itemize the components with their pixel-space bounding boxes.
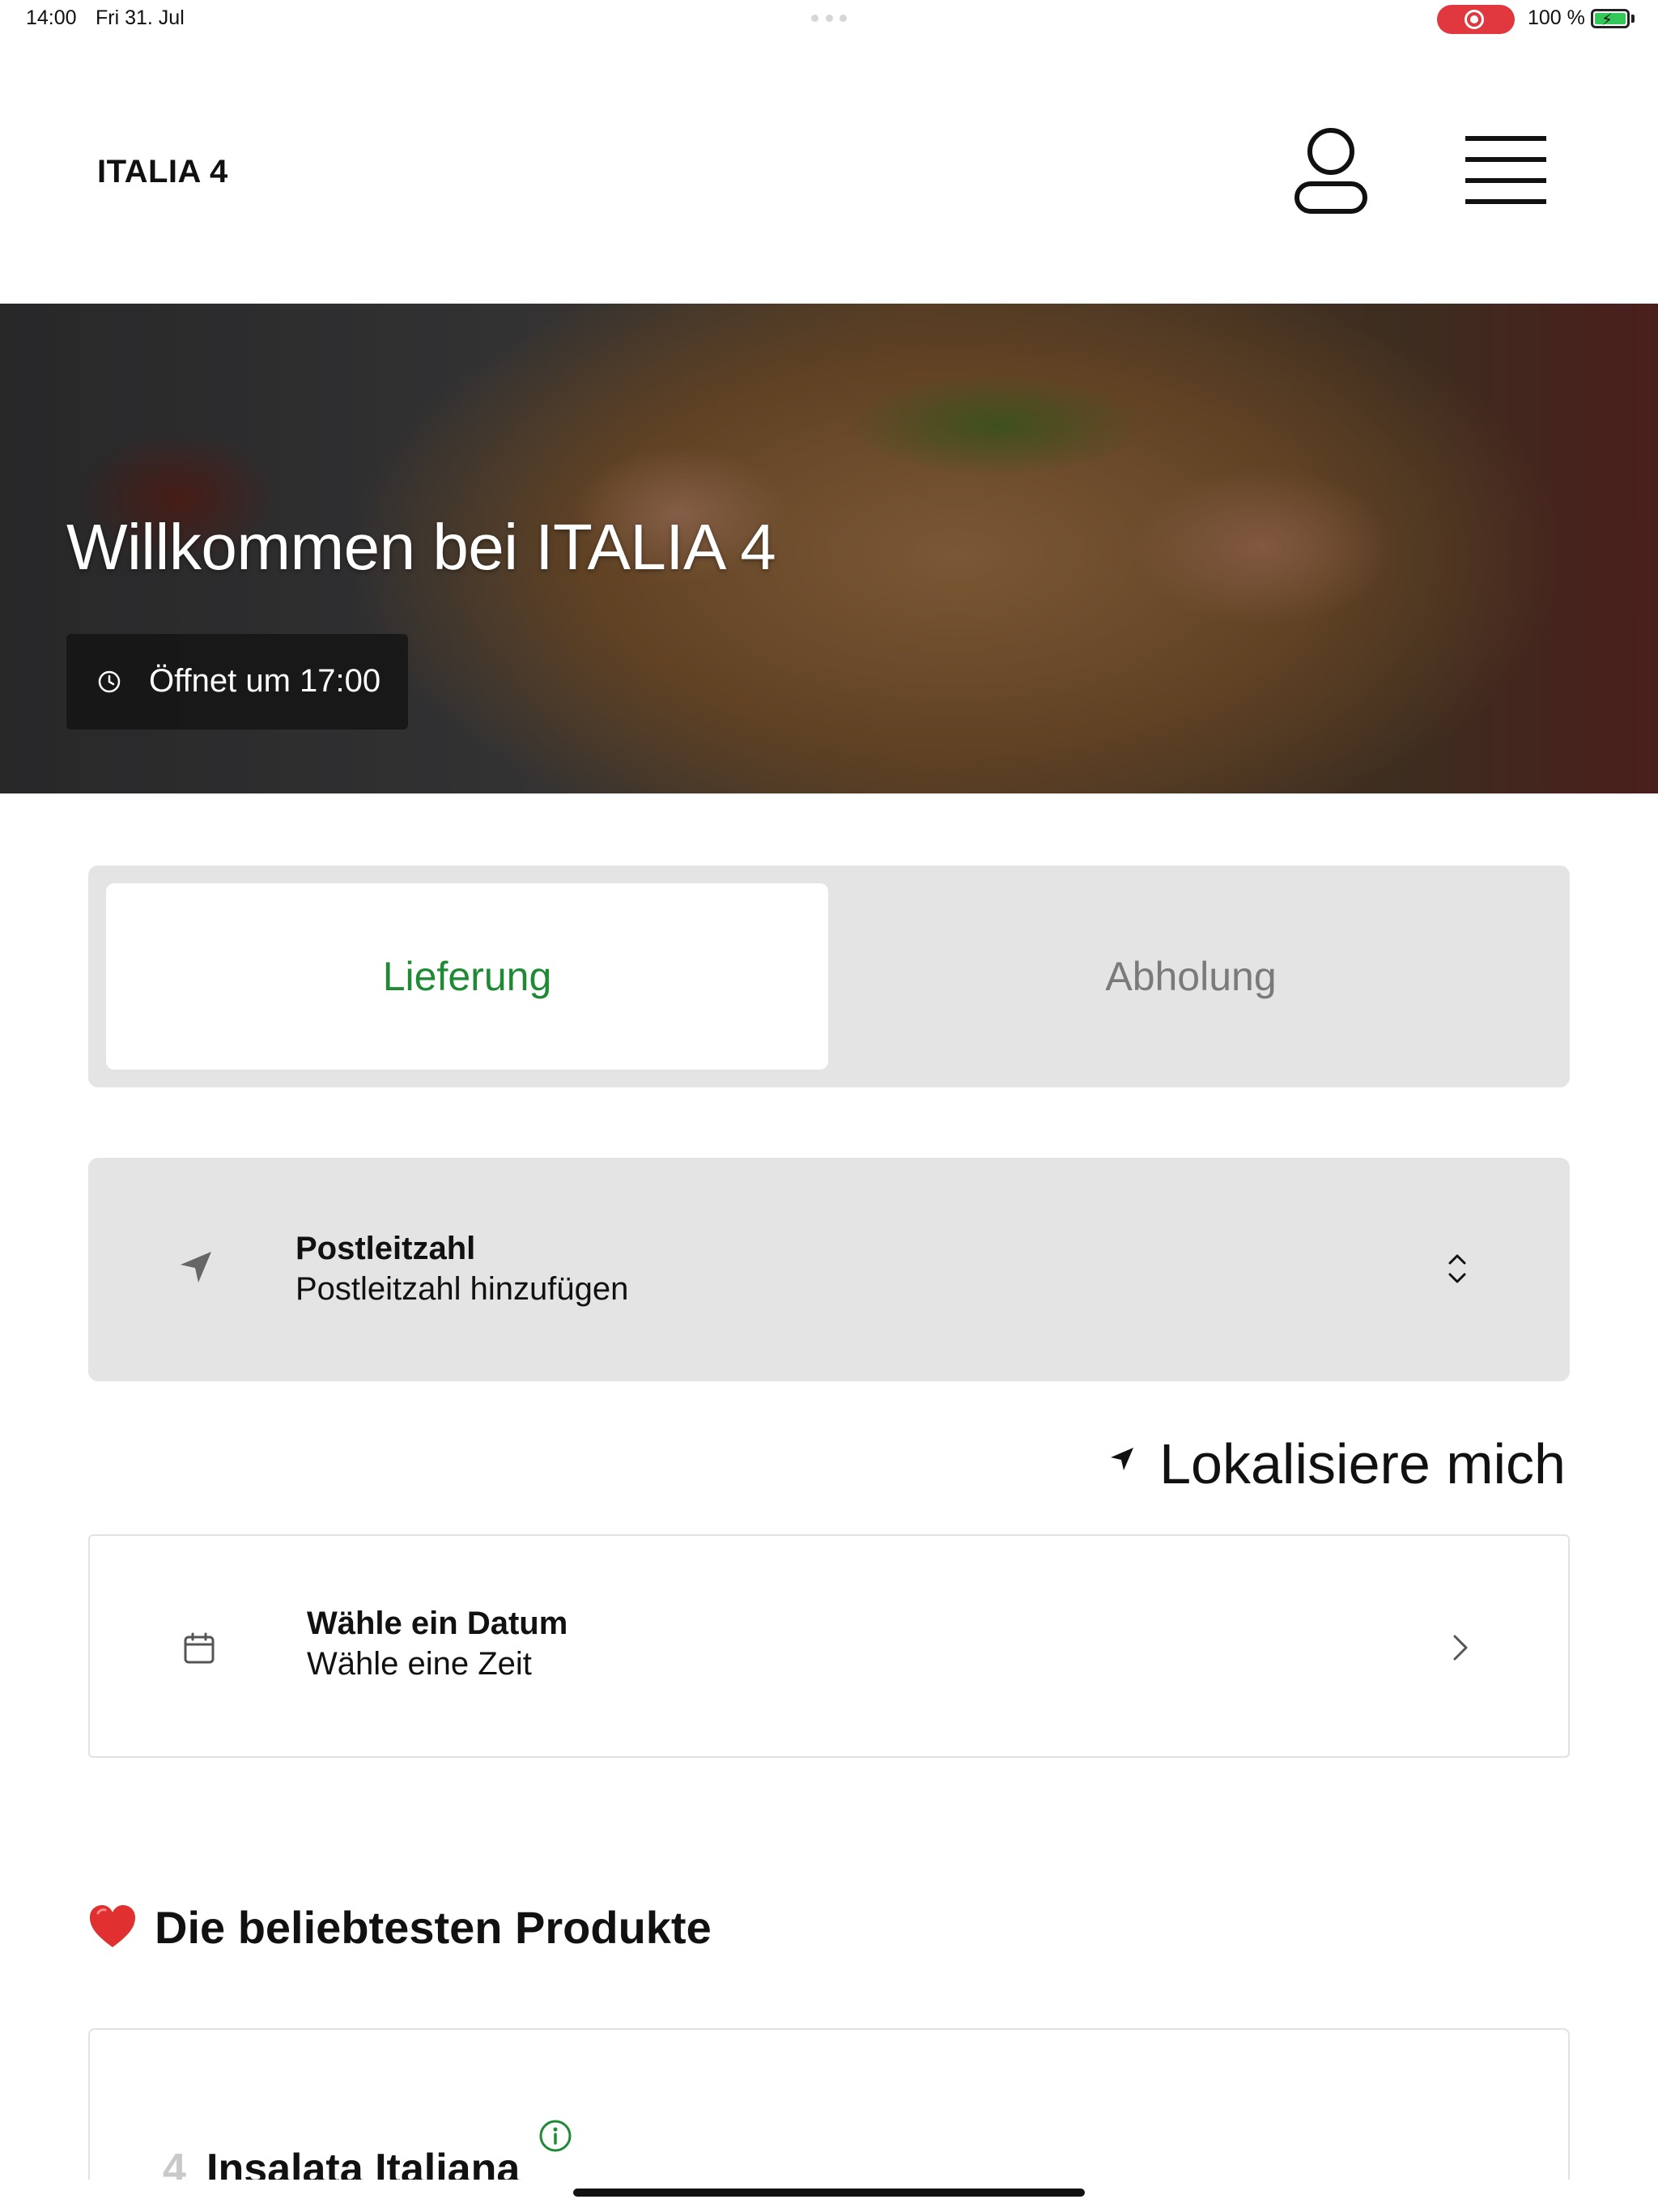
- locate-me-label: Lokalisiere mich: [1159, 1432, 1566, 1495]
- multitasking-dots-icon[interactable]: [811, 15, 847, 23]
- postal-code-label: Postleitzahl: [295, 1231, 476, 1266]
- postal-code-selector[interactable]: Postleitzahl Postleitzahl hinzufügen: [88, 1158, 1570, 1381]
- product-card[interactable]: 4 Insalata Italiana: [88, 2028, 1570, 2180]
- tab-delivery[interactable]: Lieferung: [106, 883, 828, 1070]
- info-icon[interactable]: [538, 2119, 572, 2153]
- heart-icon: [90, 1905, 135, 1947]
- app-screen: 14:00 Fri 31. Jul 100 % ⚡ ITALIA 4 Willk…: [0, 0, 1658, 2212]
- date-label: Wähle ein Datum: [307, 1606, 568, 1641]
- brand-name[interactable]: ITALIA 4: [97, 154, 228, 190]
- status-time: 14:00: [26, 6, 77, 29]
- product-name: Insalata Italiana: [206, 2146, 521, 2180]
- status-date: Fri 31. Jul: [96, 6, 185, 29]
- location-arrow-icon: [181, 1252, 211, 1283]
- battery-percentage: 100 %: [1528, 6, 1585, 29]
- hero-title: Willkommen bei ITALIA 4: [66, 511, 776, 583]
- hero-banner: Willkommen bei ITALIA 4 Öffnet um 17:00: [0, 304, 1658, 793]
- postal-code-placeholder: Postleitzahl hinzufügen: [295, 1271, 629, 1307]
- date-time-selector[interactable]: Wähle ein Datum Wähle eine Zeit: [88, 1534, 1570, 1758]
- popular-products-heading: Die beliebtesten Produkte: [88, 1895, 712, 1959]
- user-account-button[interactable]: [1290, 125, 1371, 216]
- chevron-up-down-icon: [1448, 1254, 1466, 1283]
- product-number: 4: [163, 2146, 186, 2180]
- screen-recording-icon[interactable]: [1437, 5, 1515, 34]
- popular-products-title: Die beliebtesten Produkte: [155, 1901, 712, 1953]
- opening-hours-text: Öffnet um 17:00: [149, 663, 381, 699]
- location-arrow-icon: [1111, 1448, 1133, 1470]
- menu-icon: [1465, 136, 1546, 204]
- menu-button[interactable]: [1465, 136, 1546, 207]
- locate-me-button[interactable]: Lokalisiere mich: [1106, 1425, 1572, 1498]
- battery-icon: ⚡: [1591, 9, 1630, 29]
- home-indicator[interactable]: [573, 2189, 1085, 2197]
- calendar-icon: [184, 1632, 215, 1664]
- opening-hours-badge: Öffnet um 17:00: [66, 634, 408, 730]
- tab-pickup[interactable]: Abholung: [830, 883, 1552, 1070]
- battery-tip: [1631, 15, 1635, 23]
- chevron-right-icon: [1453, 1635, 1468, 1661]
- time-label: Wähle eine Zeit: [307, 1646, 532, 1682]
- order-mode-switch: Lieferung Abholung: [88, 866, 1570, 1087]
- user-icon: [1295, 128, 1367, 214]
- status-bar: 14:00 Fri 31. Jul 100 % ⚡: [0, 0, 1658, 39]
- clock-icon: [98, 670, 121, 693]
